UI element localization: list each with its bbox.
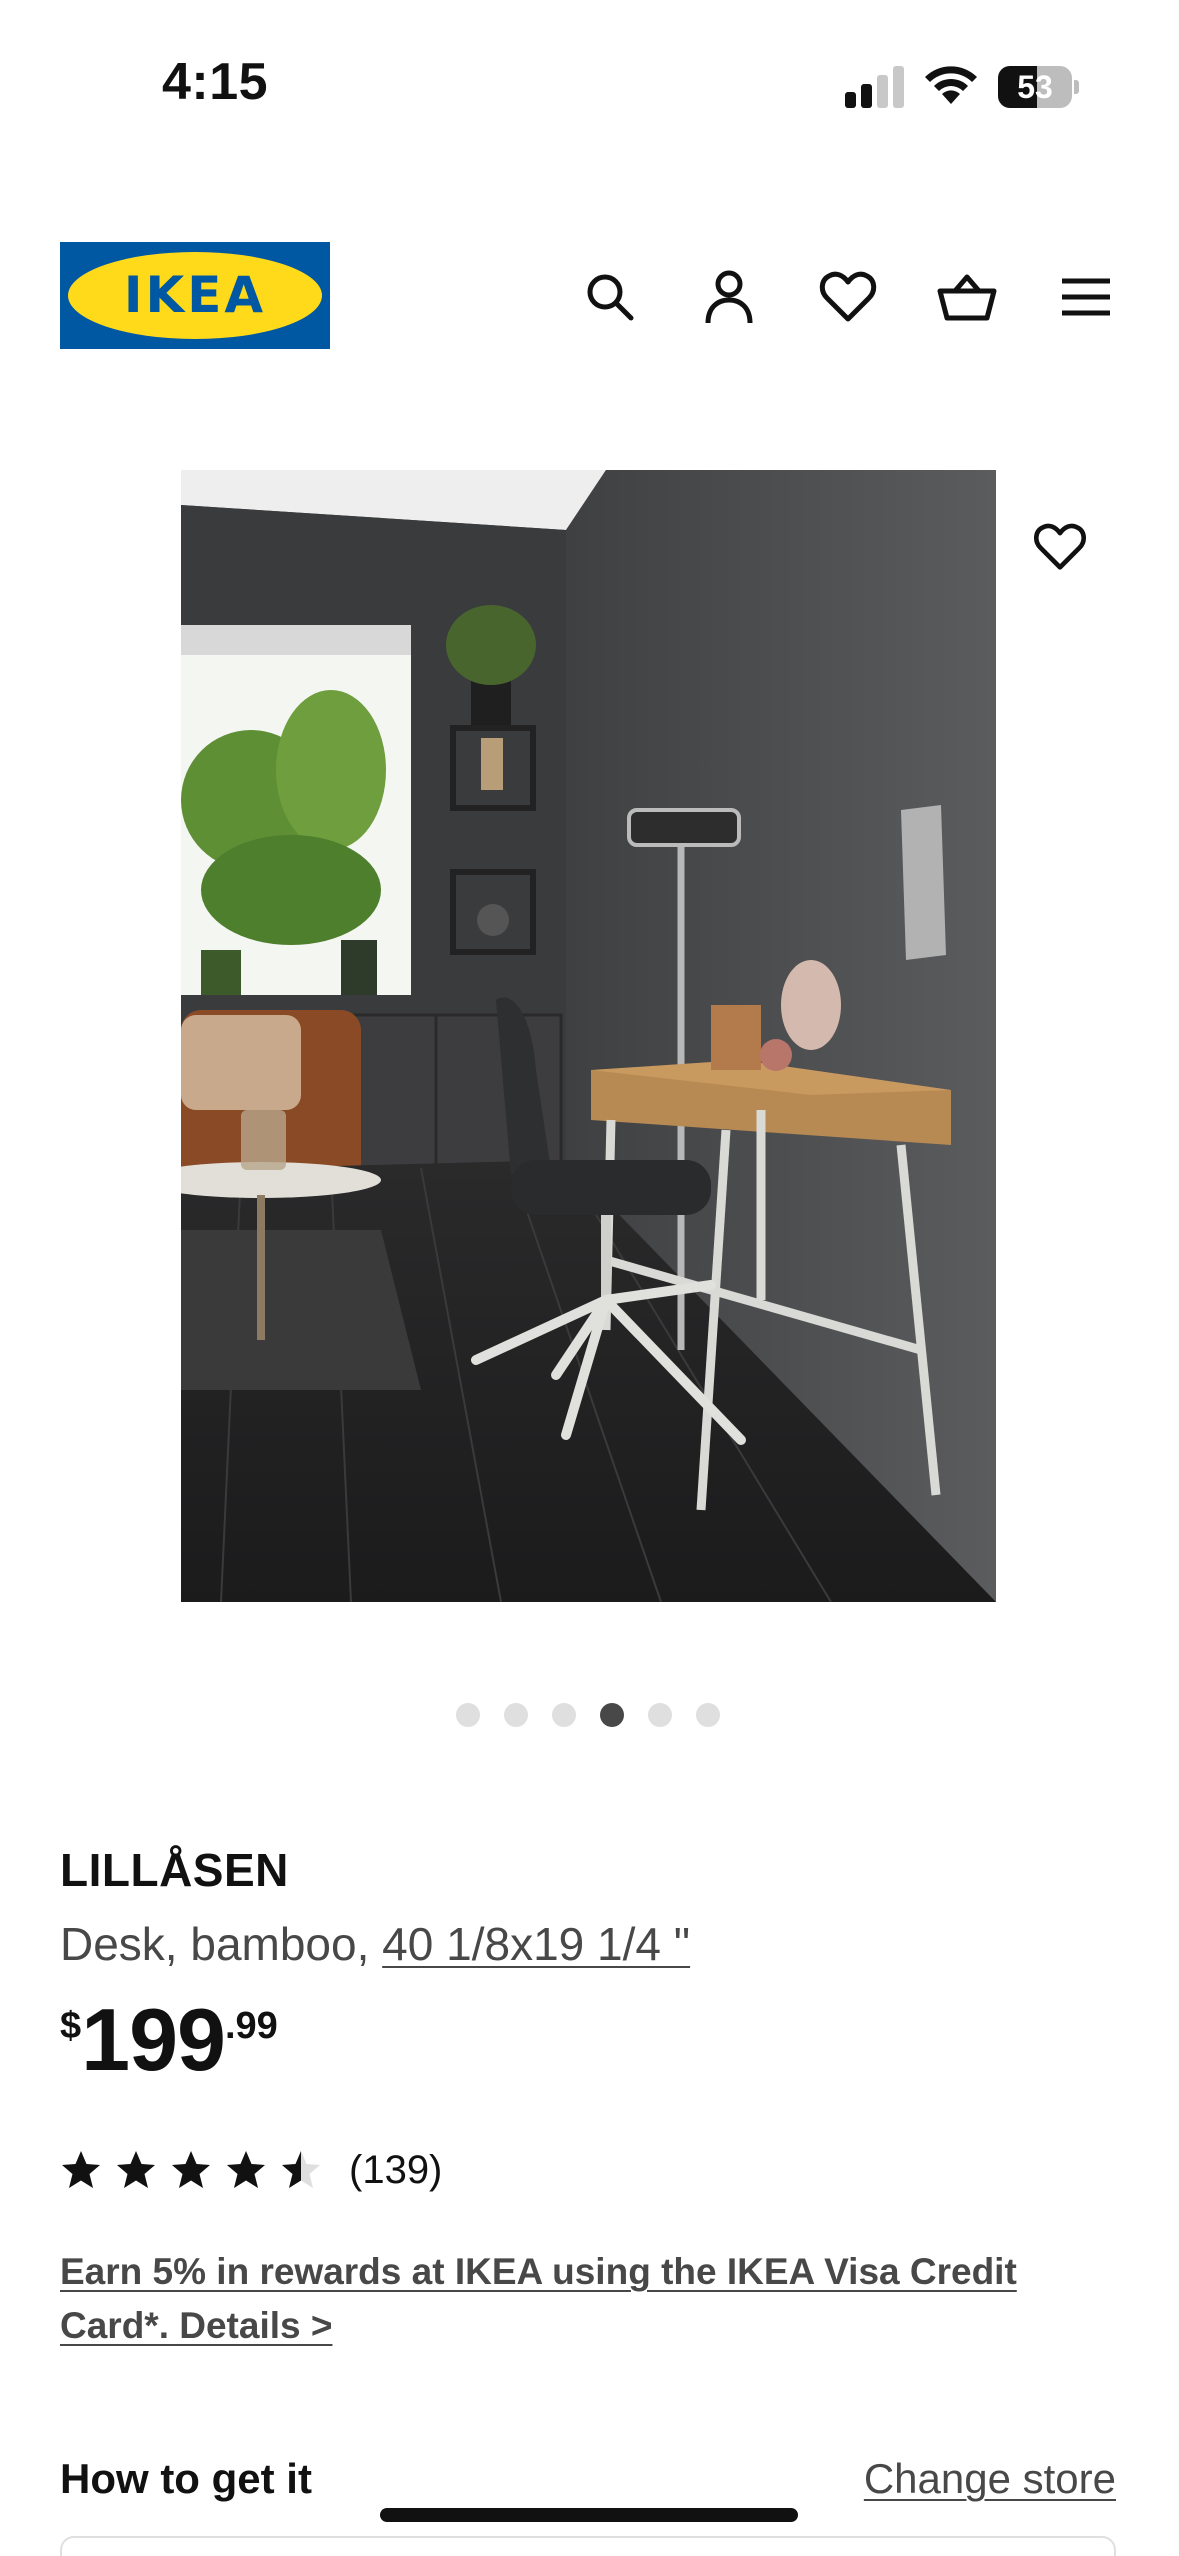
product-type: Desk, bamboo, [60, 1918, 383, 1970]
fulfillment-card[interactable] [60, 2536, 1116, 2556]
carousel-dot[interactable] [504, 1703, 528, 1727]
price-integer: 199 [81, 1990, 226, 2089]
star-icon [227, 2151, 265, 2188]
account-icon[interactable] [697, 265, 761, 329]
carousel-dot[interactable] [456, 1703, 480, 1727]
carousel-dot[interactable] [552, 1703, 576, 1727]
price-decimal: .99 [224, 2005, 278, 2047]
star-icon [172, 2151, 210, 2188]
site-header: IKEA [0, 240, 1179, 355]
carousel-dot[interactable] [696, 1703, 720, 1727]
basket-icon[interactable] [935, 265, 999, 329]
cellular-signal-icon [845, 66, 905, 108]
product-price: $199.99 [60, 1995, 278, 2085]
product-image[interactable] [181, 470, 996, 1602]
star-icon [117, 2151, 155, 2188]
product-rating[interactable]: (139) [60, 2145, 442, 2195]
battery-level: 53 [1017, 69, 1053, 105]
save-product-heart-icon[interactable] [1028, 515, 1092, 579]
wishlist-heart-icon[interactable] [816, 265, 880, 329]
star-icon [62, 2151, 100, 2188]
carousel-dot[interactable] [648, 1703, 672, 1727]
change-store-link[interactable]: Change store [864, 2455, 1116, 2503]
visa-rewards-promo-link[interactable]: Earn 5% in rewards at IKEA using the IKE… [60, 2245, 1060, 2353]
status-bar: 4:15 53 [0, 0, 1179, 150]
product-name: LILLÅSEN [60, 1844, 289, 1896]
product-description: Desk, bamboo, 40 1/8x19 1/4 " [60, 1917, 690, 1971]
search-icon[interactable] [578, 265, 642, 329]
product-measurement-link[interactable]: 40 1/8x19 1/4 " [382, 1918, 690, 1970]
home-indicator [380, 2508, 798, 2522]
menu-icon[interactable] [1054, 265, 1118, 329]
rating-count: (139) [349, 2147, 443, 2192]
wifi-icon [922, 62, 980, 106]
price-currency: $ [60, 2005, 82, 2047]
rating-stars [60, 2149, 335, 2191]
ikea-logo[interactable]: IKEA [60, 242, 330, 349]
status-time: 4:15 [162, 53, 269, 111]
carousel-dot[interactable] [600, 1703, 624, 1727]
star-icon [282, 2151, 320, 2188]
how-to-get-it-heading: How to get it [60, 2455, 312, 2502]
battery-icon: 53 [998, 66, 1079, 108]
